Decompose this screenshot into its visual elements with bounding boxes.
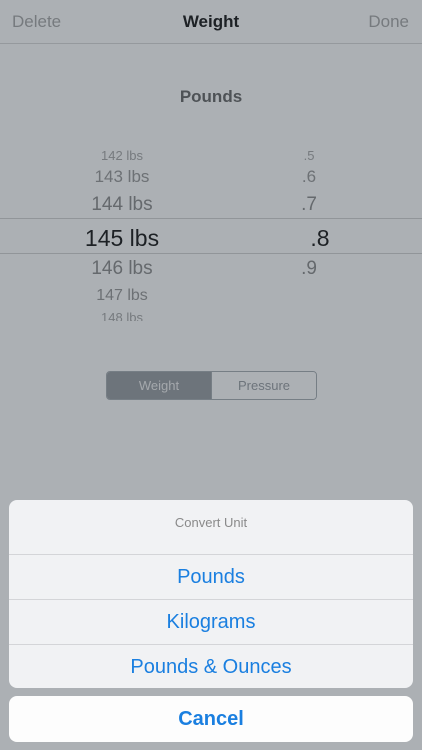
action-sheet: Convert Unit Pounds Kilograms Pounds & O… (9, 500, 413, 688)
convert-kilograms-button[interactable]: Kilograms (9, 599, 413, 644)
convert-pounds-ounces-button[interactable]: Pounds & Ounces (9, 644, 413, 688)
convert-pounds-button[interactable]: Pounds (9, 554, 413, 599)
cancel-button[interactable]: Cancel (9, 696, 413, 742)
action-sheet-title: Convert Unit (174, 515, 248, 530)
